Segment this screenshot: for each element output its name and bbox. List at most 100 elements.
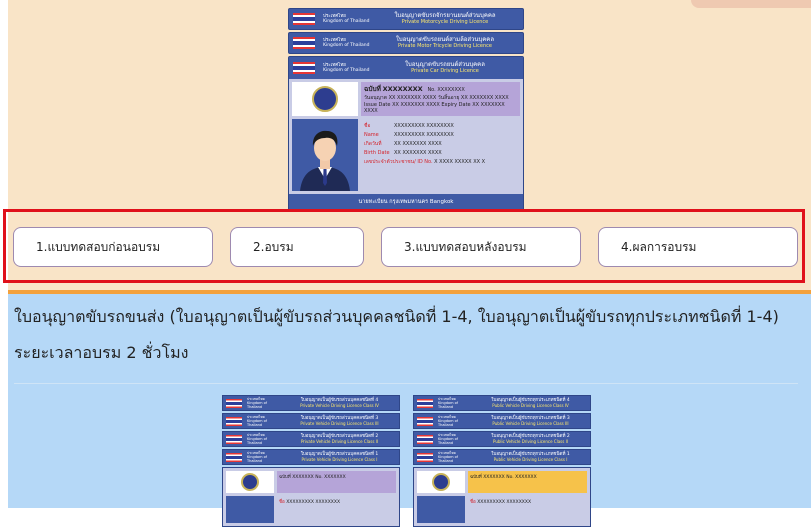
strip-title-th: ใบอนุญาตขับรถจักรยานยนต์ส่วนบุคคล: [394, 12, 496, 19]
no-en-value: XXXXXXX: [324, 475, 346, 480]
strip-title-en: Private Motor Tricycle Driving Licence: [398, 43, 492, 49]
country-en: Kingdom of Thailand: [247, 419, 267, 427]
issue-value: XX XXXXXXX XXXX: [388, 95, 437, 101]
thai-flag-icon: [226, 398, 242, 408]
garuda-emblem-icon: [432, 473, 450, 491]
country-en: Kingdom of Thailand: [323, 43, 370, 48]
issue-label: วันอนุญาต: [364, 95, 387, 101]
garuda-emblem-icon: [241, 473, 259, 491]
portrait-photo: [292, 119, 358, 191]
birth-th-label: เกิดวันที่: [364, 141, 382, 147]
license-strip: ประเทศไทย Kingdom of Thailand ใบอนุญาตเป็น…: [222, 431, 400, 447]
name-value: XXXXXXXXX XXXXXXXX: [286, 500, 341, 505]
name-en-label: Name: [364, 132, 379, 138]
license-card-header: ประเทศไทย Kingdom of Thailand ใบอนุญาตขับ…: [289, 57, 523, 79]
no-en-value: XXXXXXX: [515, 475, 537, 480]
course-heading: ใบอนุญาตขับรถขนส่ง (ใบอนุญาตเป็นผู้ขับรถ…: [14, 307, 779, 326]
id-value: X XXXX XXXXX XX X: [434, 159, 486, 165]
license-card-main: ประเทศไทย Kingdom of Thailand ใบอนุญาตขับ…: [288, 56, 524, 211]
birth-en-value: XX XXXXXXX XXXX: [394, 150, 442, 156]
license-strip: ประเทศไทย Kingdom of Thailand ใบอนุญาตเป็น…: [222, 395, 400, 411]
strip-title-th: ใบอนุญาตขับรถยนต์ส่วนบุคคล: [405, 61, 485, 68]
license-strip: ประเทศไทย Kingdom of Thailand ใบอนุญาตขับ…: [288, 32, 524, 54]
thai-flag-icon: [417, 398, 433, 408]
license-strip: ประเทศไทย Kingdom of Thailand ใบอนุญาตเป็น…: [222, 413, 400, 429]
country-en: Kingdom of Thailand: [247, 455, 267, 463]
holder-info-box: ชื่อ XXXXXXXXX XXXXXXXX: [277, 496, 396, 523]
country-en: Kingdom of Thailand: [438, 455, 458, 463]
license-card-illustration: ประเทศไทย Kingdom of Thailand ใบอนุญาตขับ…: [288, 8, 524, 211]
country-en: Kingdom of Thailand: [438, 401, 458, 409]
license-strip: ประเทศไทย Kingdom of Thailand ใบอนุญาตเป็น…: [413, 431, 591, 447]
license-strip: ประเทศไทย Kingdom of Thailand ใบอนุญาตเป็น…: [222, 449, 400, 465]
strip-title-en: Private Vehicle Driving Licence Class I: [301, 457, 378, 462]
thai-flag-icon: [417, 452, 433, 462]
name-en-value: XXXXXXXXX XXXXXXXX: [394, 132, 454, 138]
tab-posttest[interactable]: 3.แบบทดสอบหลังอบรม: [381, 227, 581, 267]
strip-title-en: Private Vehicle Driving Licence Class II: [300, 439, 379, 444]
no-label: ฉบับที่: [279, 475, 291, 480]
thai-flag-icon: [293, 62, 315, 74]
strip-title-en: Public Vehicle Driving Licence Class II: [493, 439, 568, 444]
thai-flag-icon: [417, 434, 433, 444]
license-strip: ประเทศไทย Kingdom of Thailand ใบอนุญาตเป็น…: [413, 413, 591, 429]
strip-title-en: Private Vehicle Driving Licence Class II…: [300, 421, 379, 426]
country-en: Kingdom of Thailand: [323, 19, 370, 24]
license-strip: ประเทศไทย Kingdom of Thailand ใบอนุญาตขับ…: [288, 8, 524, 30]
tab-pretest[interactable]: 1.แบบทดสอบก่อนอบรม: [13, 227, 213, 267]
license-card-body: ฉบับที่ XXXXXXX No. XXXXXXX ชื่อ XXXXXXX…: [413, 467, 591, 527]
country-en: Kingdom of Thailand: [323, 68, 370, 73]
no-label: ฉบับที่: [364, 85, 381, 93]
thai-flag-icon: [293, 37, 315, 49]
thai-flag-icon: [417, 416, 433, 426]
strip-title-en: Private Vehicle Driving Licence Class IV: [300, 403, 379, 408]
name-value: XXXXXXXXX XXXXXXXX: [477, 500, 532, 505]
no-value: XXXXXXX: [483, 475, 505, 480]
strip-title-en: Public Vehicle Driving Licence Class III: [492, 421, 569, 426]
expiry-en: Expiry Date: [441, 102, 471, 108]
country-en: Kingdom of Thailand: [438, 437, 458, 445]
private-license-illustration: ประเทศไทย Kingdom of Thailand ใบอนุญาตเป็น…: [222, 395, 400, 527]
strip-title-en: Private Car Driving Licence: [411, 68, 479, 74]
id-label: เลขประจำตัวประชาชน/ ID No.: [364, 159, 433, 165]
name-th-value: XXXXXXXXX XXXXXXXX: [394, 123, 454, 129]
strip-title-th: ใบอนุญาตขับรถยนต์สามล้อส่วนบุคคล: [395, 36, 494, 43]
license-strip: ประเทศไทย Kingdom of Thailand ใบอนุญาตเป็น…: [413, 449, 591, 465]
no-value: XXXXXXX: [292, 475, 314, 480]
country-en: Kingdom of Thailand: [247, 437, 267, 445]
license-number-box: ฉบับที่ XXXXXXX No. XXXXXXX: [277, 471, 396, 493]
portrait-photo: [226, 496, 274, 523]
birth-en-label: Birth Date: [364, 150, 390, 156]
person-icon: [292, 119, 358, 191]
strip-title-en: Public Vehicle Driving Licence Class IV: [492, 403, 569, 408]
no-label: ฉบับที่: [470, 475, 482, 480]
issue-value: XX XXXXXXX XXXX: [392, 102, 440, 108]
registrar-footer: นายทะเบียน กรุงเทพมหานคร Bangkok: [289, 194, 523, 210]
strip-title-en: Public Vehicle Driving Licence Class I: [493, 457, 568, 462]
portrait-photo: [417, 496, 465, 523]
no-en: No.: [427, 87, 436, 93]
expiry-value: XX XXXXXXX XXXX: [460, 95, 509, 101]
public-license-illustration: ประเทศไทย Kingdom of Thailand ใบอนุญาตเป็น…: [413, 395, 591, 527]
thai-flag-icon: [226, 452, 242, 462]
name-th-label: ชื่อ: [364, 123, 371, 129]
birth-th-value: XX XXXXXXX XXXX: [394, 141, 442, 147]
no-value: XXXXXXXX: [382, 85, 423, 93]
country-en: Kingdom of Thailand: [438, 419, 458, 427]
tab-results[interactable]: 4.ผลการอบรม: [598, 227, 798, 267]
thai-flag-icon: [226, 434, 242, 444]
country-en: Kingdom of Thailand: [247, 401, 267, 409]
course-duration: ระยะเวลาอบรม 2 ชั่วโมง: [14, 343, 189, 362]
expiry-label: วันสิ้นอายุ: [437, 95, 460, 101]
thai-flag-icon: [293, 13, 315, 25]
no-en: No.: [315, 475, 323, 480]
license-number-box: ฉบับที่ XXXXXXX No. XXXXXXX: [468, 471, 587, 493]
strip-title-en: Private Motorcycle Driving Licence: [401, 19, 489, 25]
holder-info-box: ชื่อ XXXXXXXXX XXXXXXXX Name XXXXXXXXX XXX…: [361, 119, 520, 191]
garuda-emblem-icon: [312, 86, 338, 112]
thai-flag-icon: [226, 416, 242, 426]
no-en: No.: [506, 475, 514, 480]
license-number-box: ฉบับที่ XXXXXXXX No. XXXXXXXX วันอนุญาต …: [361, 82, 520, 116]
tab-training[interactable]: 2.อบรม: [230, 227, 364, 267]
no-en-value: XXXXXXXX: [437, 87, 465, 93]
